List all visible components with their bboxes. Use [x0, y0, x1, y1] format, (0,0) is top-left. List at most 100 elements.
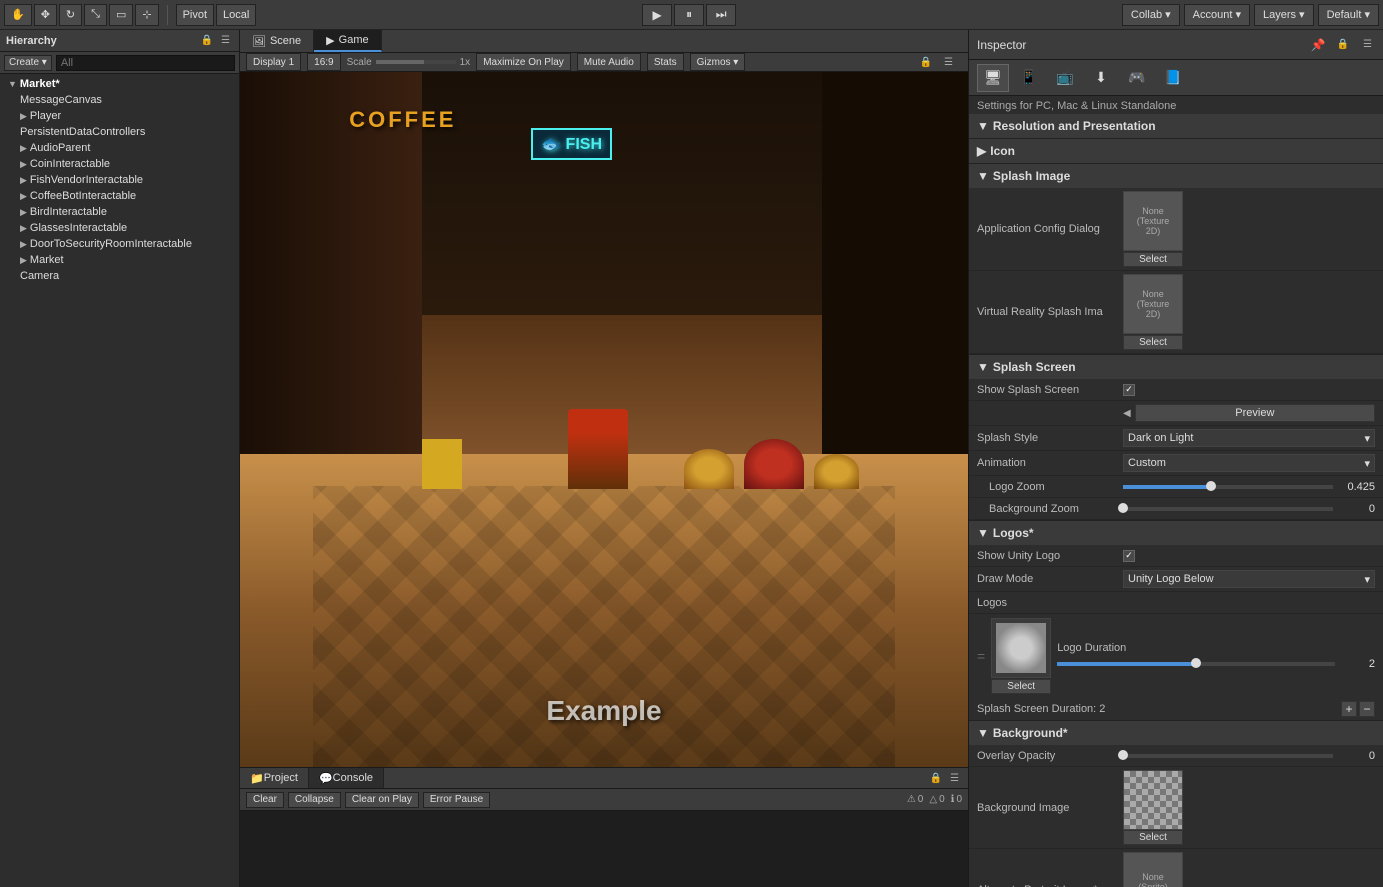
play-btn[interactable]: ▶ [642, 4, 672, 26]
logo-select-btn[interactable]: Select [991, 679, 1051, 694]
hierarchy-lock-btn[interactable]: 🔒 [198, 34, 216, 47]
tree-item-player[interactable]: ▶ Player [0, 108, 239, 124]
bg-image-select-btn[interactable]: Select [1123, 830, 1183, 845]
hand-tool-btn[interactable]: ✋ [4, 4, 32, 26]
view-menu-btn[interactable]: ☰ [941, 56, 956, 69]
tree-item-glasses[interactable]: ▶ GlassesInteractable [0, 220, 239, 236]
layers-btn[interactable]: Layers ▾ [1254, 4, 1314, 26]
vr-splash-select-btn[interactable]: Select [1123, 335, 1183, 350]
remove-logo-btn[interactable]: − [1359, 701, 1375, 717]
tree-item-persistentdata[interactable]: PersistentDataControllers [0, 124, 239, 140]
vr-splash-label: Virtual Reality Splash Ima [977, 306, 1117, 318]
error-pause-btn[interactable]: Error Pause [423, 792, 490, 808]
overlay-opacity-thumb[interactable] [1118, 750, 1128, 760]
icon-section-header[interactable]: ▶ Icon [969, 138, 1383, 163]
view-lock-btn[interactable]: 🔒 [917, 56, 935, 69]
pause-btn[interactable]: ⏸ [674, 4, 704, 26]
logos-section-header[interactable]: ▼ Logos* [969, 520, 1383, 545]
tree-item-bird[interactable]: ▶ BirdInteractable [0, 204, 239, 220]
transform-tool-btn[interactable]: ⊹ [135, 4, 158, 26]
scale-tool-btn[interactable]: ⤡ [84, 4, 107, 26]
show-splash-checkbox[interactable] [1123, 384, 1135, 396]
bg-zoom-thumb[interactable] [1118, 503, 1128, 513]
maximize-btn[interactable]: Maximize On Play [476, 53, 571, 71]
gamepad-platform-icon[interactable]: 🎮 [1121, 64, 1153, 92]
logo-zoom-slider[interactable] [1123, 485, 1333, 489]
tree-item-coin[interactable]: ▶ CoinInteractable [0, 156, 239, 172]
game-tab[interactable]: ▶ Game [314, 30, 381, 52]
splash-screen-section-header[interactable]: ▼ Splash Screen [969, 354, 1383, 379]
tree-item-messagecanvas[interactable]: MessageCanvas [0, 92, 239, 108]
aspect-btn[interactable]: 16:9 [307, 53, 340, 71]
gizmos-btn[interactable]: Gizmos ▾ [690, 53, 746, 71]
local-btn[interactable]: Local [216, 4, 256, 26]
app-config-select-btn[interactable]: Select [1123, 252, 1183, 267]
tree-item-audioparent[interactable]: ▶ AudioParent [0, 140, 239, 156]
pc-platform-icon[interactable]: 🖥 [977, 64, 1009, 92]
tree-item-coffeebot[interactable]: ▶ CoffeeBotInteractable [0, 188, 239, 204]
pin-icon[interactable]: 📌 [1311, 38, 1326, 52]
inspector-menu-btn[interactable]: ☰ [1360, 38, 1375, 51]
search-input[interactable] [56, 55, 235, 71]
bg-image-label: Background Image [977, 802, 1117, 814]
logo-zoom-fill [1123, 485, 1211, 489]
show-unity-logo-checkbox[interactable] [1123, 550, 1135, 562]
tree-item-label: Market* [20, 78, 60, 90]
resolution-section-header[interactable]: ▼ Resolution and Presentation [969, 114, 1383, 138]
example-text: Example [546, 695, 661, 727]
account-btn[interactable]: Account ▾ [1184, 4, 1250, 26]
tree-item-market[interactable]: ▶ Market [0, 252, 239, 268]
scene-tab[interactable]: 🖼 Scene [240, 30, 314, 52]
splash-image-section-header[interactable]: ▼ Splash Image [969, 163, 1383, 188]
mute-btn[interactable]: Mute Audio [577, 53, 641, 71]
mobile-platform-icon[interactable]: 📱 [1013, 64, 1045, 92]
logo-duration-thumb[interactable] [1191, 658, 1201, 668]
hierarchy-menu-btn[interactable]: ☰ [218, 34, 233, 47]
logo-duration-slider[interactable]: 2 [1057, 658, 1375, 670]
tv-platform-icon[interactable]: 📺 [1049, 64, 1081, 92]
console-tab[interactable]: 💬 Console [309, 768, 384, 788]
tree-item-fishvendor[interactable]: ▶ FishVendorInteractable [0, 172, 239, 188]
bottom-lock-btn[interactable]: 🔒 [927, 772, 945, 785]
hierarchy-search-bar: Create ▾ [0, 52, 239, 74]
default-layout-btn[interactable]: Default ▾ [1318, 4, 1379, 26]
chevron-down-icon: ▾ [1364, 432, 1370, 445]
splash-style-value: Dark on Light [1128, 432, 1193, 444]
logo-zoom-thumb[interactable] [1206, 481, 1216, 491]
splash-style-select[interactable]: Dark on Light ▾ [1123, 429, 1375, 447]
scene-tab-icon: 🖼 [252, 35, 266, 48]
create-btn[interactable]: Create ▾ [4, 55, 52, 71]
tree-item-label: CoffeeBotInteractable [30, 190, 136, 202]
background-section-header[interactable]: ▼ Background* [969, 720, 1383, 745]
project-tab[interactable]: 📁 Project [240, 768, 309, 788]
rect-tool-btn[interactable]: ▭ [109, 4, 133, 26]
scale-slider[interactable] [376, 60, 456, 64]
splash-screen-arrow-icon: ▼ [977, 360, 989, 374]
tree-item-camera[interactable]: Camera [0, 268, 239, 284]
move-tool-btn[interactable]: ✥ [34, 4, 57, 26]
social-platform-icon[interactable]: 📘 [1157, 64, 1189, 92]
collapse-btn[interactable]: Collapse [288, 792, 341, 808]
download-platform-icon[interactable]: ⬇ [1085, 64, 1117, 92]
overlay-opacity-slider[interactable] [1123, 754, 1333, 758]
animation-select[interactable]: Custom ▾ [1123, 454, 1375, 472]
tree-item-market-root[interactable]: ▼ Market* [0, 76, 239, 92]
arrow-icon: ▶ [20, 207, 27, 218]
clear-btn[interactable]: Clear [246, 792, 284, 808]
stats-btn[interactable]: Stats [647, 53, 684, 71]
tree-item-door[interactable]: ▶ DoorToSecurityRoomInteractable [0, 236, 239, 252]
bg-zoom-slider[interactable] [1123, 507, 1333, 511]
draw-mode-select[interactable]: Unity Logo Below ▾ [1123, 570, 1375, 588]
add-logo-btn[interactable]: + [1341, 701, 1357, 717]
app-config-value: None(Texture2D) Select [1123, 191, 1375, 267]
display-btn[interactable]: Display 1 [246, 53, 301, 71]
inspector-lock-btn[interactable]: 🔒 [1334, 38, 1352, 51]
collab-btn[interactable]: Collab ▾ [1122, 4, 1180, 26]
bottom-menu-btn[interactable]: ☰ [947, 772, 962, 785]
preview-btn[interactable]: Preview [1135, 404, 1375, 422]
clear-on-play-btn[interactable]: Clear on Play [345, 792, 419, 808]
rotate-tool-btn[interactable]: ↻ [59, 4, 82, 26]
step-btn[interactable]: ⏭ [706, 4, 736, 26]
drag-handle-icon[interactable]: = [977, 648, 985, 664]
pivot-btn[interactable]: Pivot [176, 4, 214, 26]
